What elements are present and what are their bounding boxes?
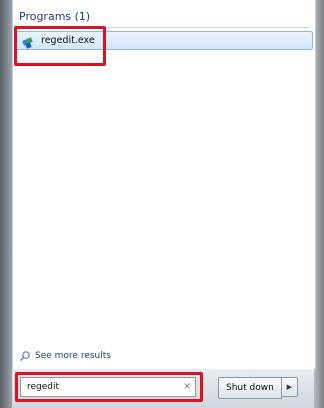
see-more-results-label: See more results (35, 351, 111, 361)
regedit-icon (22, 34, 35, 49)
result-item-regedit[interactable]: regedit.exe (15, 31, 313, 50)
search-icon (20, 351, 30, 361)
programs-section-header: Programs (1) (19, 10, 91, 23)
shutdown-button[interactable]: Shut down (218, 377, 282, 399)
see-more-results-link[interactable]: See more results (19, 350, 111, 362)
shutdown-group: Shut down ▶ (218, 377, 298, 399)
left-rail (0, 0, 12, 408)
clear-search-icon[interactable]: × (183, 381, 191, 392)
search-results-panel: Programs (1) regedit.exe See more result… (12, 0, 316, 369)
shutdown-options-arrow-icon[interactable]: ▶ (281, 377, 298, 397)
result-item-label: regedit.exe (41, 35, 95, 46)
start-search-input[interactable]: regedit (20, 377, 196, 397)
start-menu-frame: Programs (1) regedit.exe See more result… (0, 0, 324, 408)
section-divider (19, 27, 309, 28)
